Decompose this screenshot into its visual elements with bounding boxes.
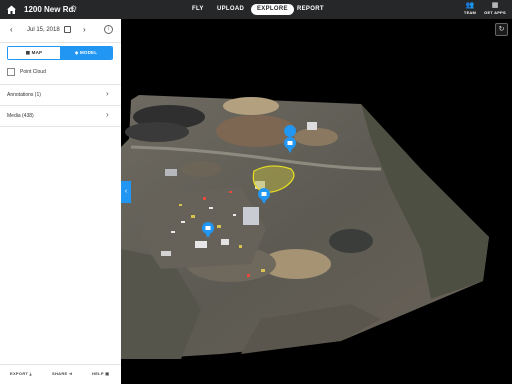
refresh-icon[interactable]: ↻ [495,23,508,36]
nav-explore[interactable]: EXPLORE [251,4,294,15]
date-selector: ‹ Jul 15, 2018 › i [0,19,121,42]
download-icon: ⤓ [29,371,32,376]
calendar-icon[interactable] [64,26,71,33]
building [243,207,259,225]
nav-fly[interactable]: FLY [192,4,204,15]
annotations-label: Annotations (1) [7,92,41,98]
get-apps-label: GET APPS [484,10,506,15]
chevron-left-icon[interactable]: ‹ [121,181,131,203]
top-bar: 1200 New Rd. ⚙ FLY UPLOAD EXPLORE REPORT… [0,0,512,19]
help-icon: ▣ [105,371,110,376]
date-text[interactable]: Jul 15, 2018 [27,26,60,35]
building [221,239,229,245]
map-toggle-button[interactable]: ▦ MAP [8,47,60,59]
media-section[interactable]: Media (438) › [0,106,121,126]
info-icon[interactable]: i [104,25,113,34]
point-cloud-checkbox[interactable] [7,68,15,76]
dirt-pile [216,115,296,147]
export-button[interactable]: EXPORT ⤓ [10,370,32,378]
site-title[interactable]: 1200 New Rd. [24,4,76,15]
building [195,241,207,248]
dark-pile [329,229,373,253]
help-label: HELP [92,371,104,376]
dirt-pile [294,128,338,146]
model-toggle-button[interactable]: ◈ MODEL [60,47,112,59]
building [165,169,177,176]
building [307,122,317,130]
model-toggle-label: MODEL [79,50,98,55]
building [161,251,171,256]
dark-pile [125,122,189,142]
sidebar: ‹ Jul 15, 2018 › i ▦ MAP ◈ MODEL Point C… [0,19,121,384]
site-3d-model[interactable] [121,19,512,384]
model-viewport[interactable]: ‹ ↻ [121,19,512,384]
divider [0,42,121,43]
chevron-right-icon: › [106,110,109,119]
divider [0,126,121,127]
media-label: Media (438) [7,113,34,119]
home-icon[interactable] [6,4,17,15]
point-cloud-label: Point Cloud [20,69,46,75]
share-icon: ⋖ [68,371,73,376]
apps-grid-icon: ▦ [491,2,499,9]
export-label: EXPORT [10,371,29,376]
dirt-pile [181,161,221,177]
help-button[interactable]: HELP ▣ [92,370,109,378]
divider [0,364,121,365]
share-button[interactable]: SHARE ⋖ [52,370,73,378]
view-toggle: ▦ MAP ◈ MODEL [7,46,113,60]
map-toggle-label: MAP [31,50,43,55]
annotations-section[interactable]: Annotations (1) › [0,85,121,105]
sand-pile [223,97,279,115]
gear-icon[interactable]: ⚙ [70,3,77,15]
nav-upload[interactable]: UPLOAD [217,4,244,15]
next-date-button[interactable]: › [83,25,86,35]
previous-date-button[interactable]: ‹ [10,25,13,35]
share-label: SHARE [52,371,68,376]
nav-report[interactable]: REPORT [297,4,324,15]
chevron-right-icon: › [106,89,109,98]
get-apps-button[interactable]: ▦ GET APPS [480,2,510,16]
